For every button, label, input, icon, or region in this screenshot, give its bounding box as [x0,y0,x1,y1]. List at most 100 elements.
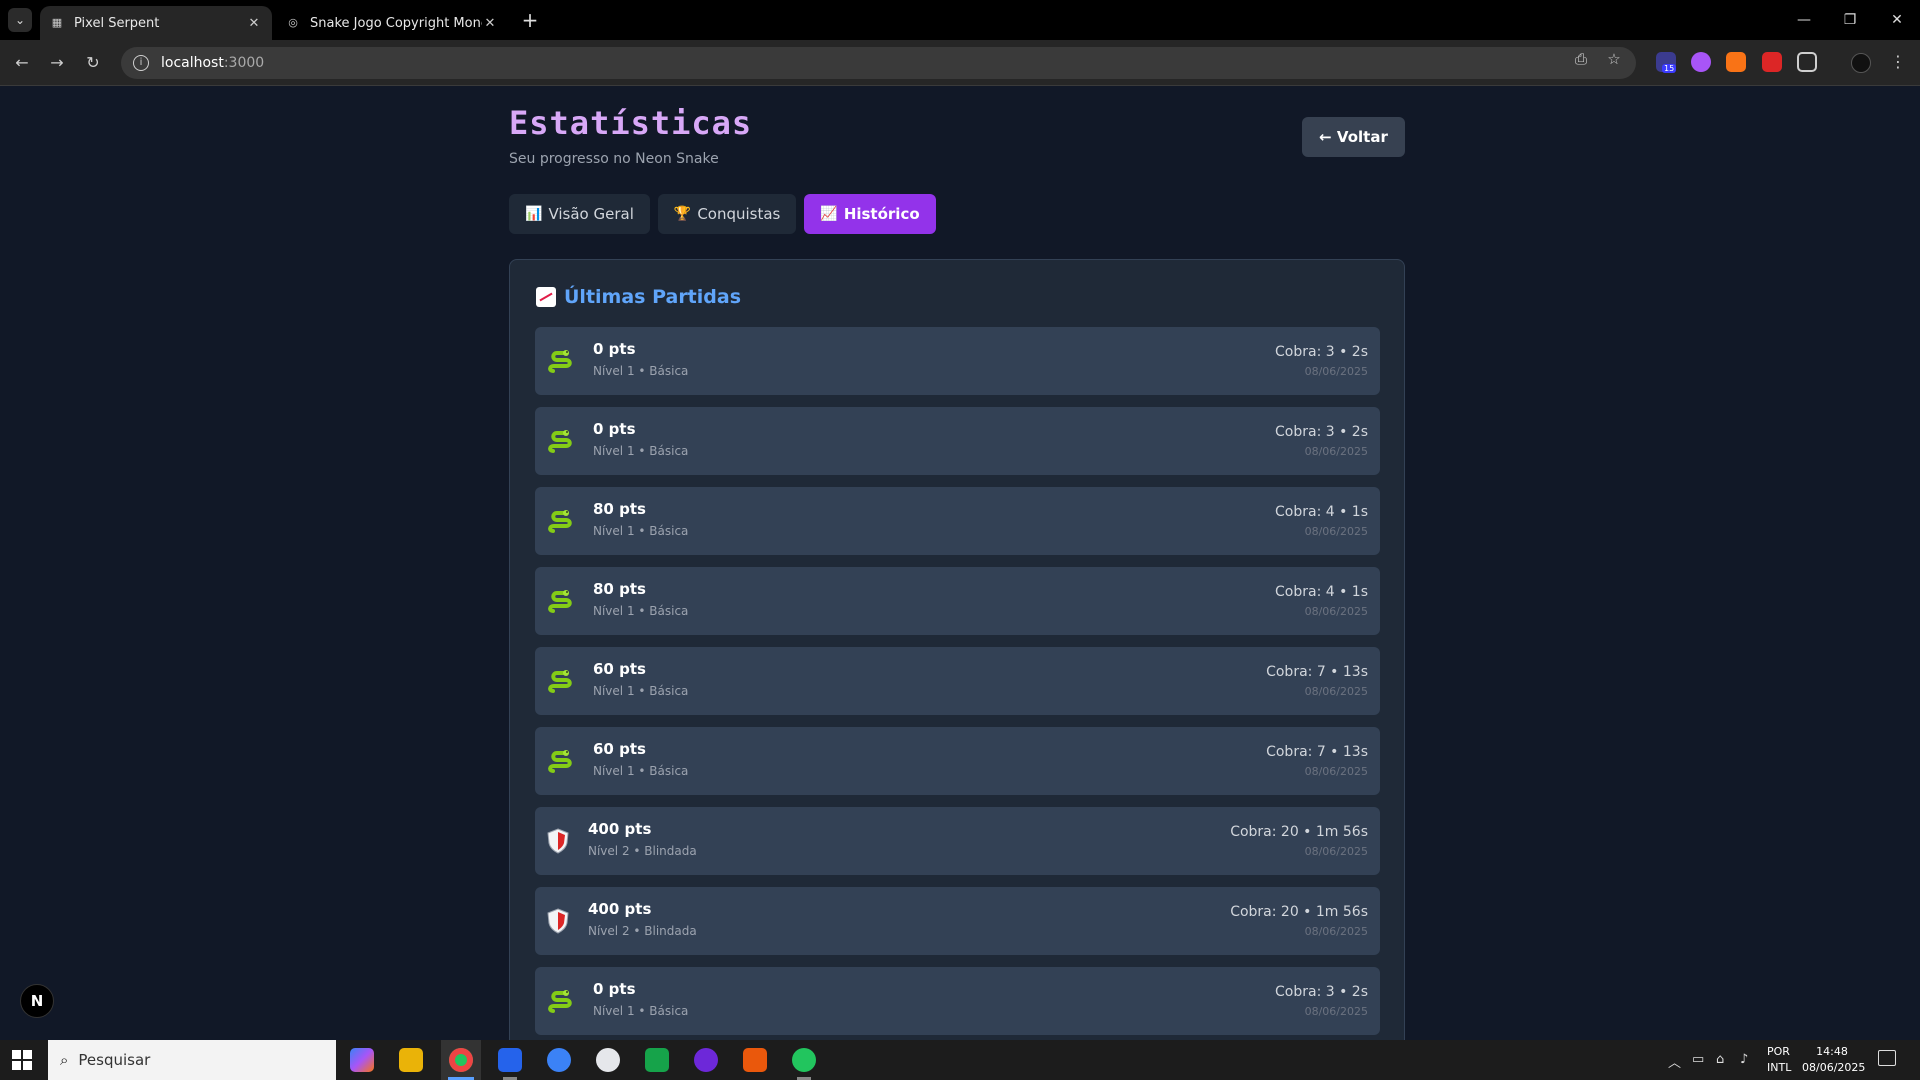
chrome-icon[interactable] [449,1048,473,1072]
browser-toolbar: ← → ↻ i localhost:3000 ⎙ ☆ [0,40,1920,86]
section-title-text: Últimas Partidas [564,286,742,308]
ubuntu-icon[interactable] [743,1048,767,1072]
game-level: Nível 1 • Básica [593,364,689,378]
game-stats: Cobra: 3 • 2s [1275,344,1368,360]
game-score: 400 pts [588,820,652,838]
game-stats: Cobra: 3 • 2s [1275,984,1368,1000]
notification-icon[interactable] [1878,1050,1896,1066]
close-window-icon[interactable]: ✕ [1874,0,1920,40]
game-date: 08/06/2025 [1304,845,1368,858]
game-score: 60 pts [593,660,646,678]
search-placeholder: Pesquisar [78,1051,151,1069]
snake-icon [548,990,572,1013]
game-date: 08/06/2025 [1304,1005,1368,1018]
back-arrow-icon[interactable]: ← [10,51,34,75]
game-date: 08/06/2025 [1304,925,1368,938]
chart-increasing-icon [536,287,556,307]
game-history-row: 0 pts Nível 1 • Básica Cobra: 3 • 2s 08/06/… [535,407,1380,475]
extension-icon[interactable] [1726,52,1746,72]
game-level: Nível 1 • Básica [593,764,689,778]
tray-device-icon[interactable]: ▭ [1692,1052,1704,1067]
page-content: Estatísticas Seu progresso no Neon Snake… [0,87,1920,1040]
extension-icon[interactable] [1762,52,1782,72]
page-favicon-icon: ▦ [51,16,63,29]
game-date: 08/06/2025 [1304,365,1368,378]
game-level: Nível 1 • Básica [593,1004,689,1018]
game-level: Nível 1 • Básica [593,604,689,618]
tray-chevron-icon[interactable]: ︿ [1668,1052,1681,1071]
page-title: Estatísticas [509,104,753,142]
browser-tab-active[interactable]: ▦ Pixel Serpent ✕ [40,6,272,40]
tab-history[interactable]: 📈 Histórico [804,194,936,234]
browser-menu-icon[interactable]: ⋮ [1888,52,1908,72]
trophy-icon: 🏆 [673,206,692,222]
game-stats: Cobra: 3 • 2s [1275,424,1368,440]
forward-arrow-icon[interactable]: → [45,51,69,75]
game-history-row: 60 pts Nível 1 • Básica Cobra: 7 • 13s 08/0… [535,727,1380,795]
search-icon: ⌕ [60,1051,69,1069]
game-history-list: 0 pts Nível 1 • Básica Cobra: 3 • 2s 08/06/… [535,327,1380,1040]
close-tab-icon[interactable]: ✕ [482,16,498,31]
restore-icon[interactable]: ❐ [1827,0,1873,40]
page-subtitle: Seu progresso no Neon Snake [509,151,719,167]
game-score: 0 pts [593,980,636,998]
volume-icon[interactable]: ♪ [1740,1052,1748,1067]
extensions-puzzle-icon[interactable] [1797,52,1817,72]
game-stats: Cobra: 7 • 13s [1266,744,1368,760]
game-score: 0 pts [593,340,636,358]
site-info-icon[interactable]: i [133,55,149,71]
address-bar[interactable]: i localhost:3000 [121,47,1636,79]
minimize-icon[interactable]: — [1781,0,1827,40]
spotify-icon[interactable] [792,1048,816,1072]
tab-achievements[interactable]: 🏆 Conquistas [657,194,797,234]
tab-label: Conquistas [697,205,781,223]
github-desktop-icon[interactable] [596,1048,620,1072]
section-title: Últimas Partidas [536,286,741,308]
game-level: Nível 2 • Blindada [588,924,697,938]
game-stats: Cobra: 20 • 1m 56s [1230,824,1368,840]
language-code: POR [1767,1045,1790,1058]
game-score: 60 pts [593,740,646,758]
snake-icon [548,590,572,613]
snake-icon [548,510,572,533]
clock-date: 08/06/2025 [1802,1061,1866,1074]
vscode-icon[interactable] [498,1048,522,1072]
profile-avatar[interactable] [1851,53,1871,73]
snake-icon [548,670,572,693]
back-button[interactable]: ← Voltar [1302,117,1405,157]
url-host: localhost [161,55,224,71]
taskbar-clock[interactable]: 14:48 08/06/2025 [1802,1044,1866,1076]
browser-tab[interactable]: ◎ Snake Jogo Copyright Monetiza ✕ [276,6,508,40]
chat-app-icon[interactable] [645,1048,669,1072]
taskbar-search[interactable]: ⌕ Pesquisar [48,1040,336,1080]
tab-title: Snake Jogo Copyright Monetiza [310,15,482,31]
tab-overview[interactable]: 📊 Visão Geral [509,194,650,234]
bar-chart-icon: 📊 [525,206,543,222]
extension-badge: 15 [1662,64,1677,73]
file-explorer-icon[interactable] [399,1048,423,1072]
input-language[interactable]: POR INTL [1767,1044,1791,1076]
snake-icon [548,350,572,373]
network-icon[interactable]: ⌂ [1716,1052,1724,1067]
close-tab-icon[interactable]: ✕ [246,16,262,31]
game-history-row: 0 pts Nível 1 • Básica Cobra: 3 • 2s 08/06/… [535,327,1380,395]
dev-tools-badge[interactable]: N [20,984,54,1018]
install-app-icon[interactable]: ⎙ [1570,50,1592,68]
game-stats: Cobra: 7 • 13s [1266,664,1368,680]
copilot-icon[interactable] [350,1048,374,1072]
windows-start-icon[interactable] [12,1050,32,1070]
game-date: 08/06/2025 [1304,525,1368,538]
trend-chart-icon: 📈 [820,206,838,222]
game-history-row: 60 pts Nível 1 • Básica Cobra: 7 • 13s 08/0… [535,647,1380,715]
reload-icon[interactable]: ↻ [81,51,105,75]
extension-icon[interactable] [1691,52,1711,72]
eclipse-icon[interactable] [694,1048,718,1072]
tab-search-button[interactable]: ⌄ [8,8,32,32]
url-port: :3000 [223,55,265,71]
new-tab-button[interactable]: + [518,8,542,32]
game-date: 08/06/2025 [1304,605,1368,618]
docker-icon[interactable] [547,1048,571,1072]
game-history-row: 400 pts Nível 2 • Blindada Cobra: 20 • 1m … [535,887,1380,955]
shield-icon [547,908,569,934]
bookmark-star-icon[interactable]: ☆ [1603,50,1625,68]
